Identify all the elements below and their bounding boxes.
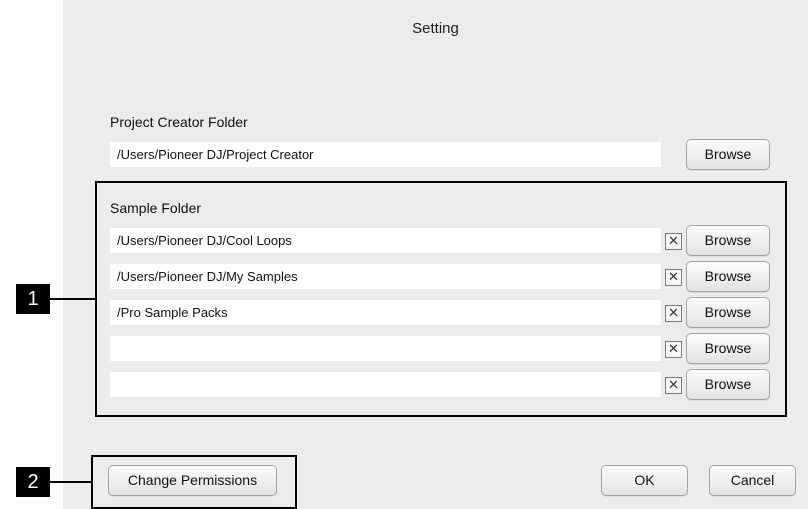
callout-badge-2: 2: [16, 467, 50, 497]
clear-x-icon[interactable]: ✕: [665, 269, 682, 286]
clear-x-icon[interactable]: ✕: [665, 377, 682, 394]
project-creator-browse-button[interactable]: Browse: [686, 139, 770, 170]
callout-leader-2: [50, 481, 91, 483]
sample-folder-field-3[interactable]: /Pro Sample Packs: [110, 300, 661, 325]
sample-browse-button-5[interactable]: Browse: [686, 369, 770, 400]
callout-leader-1: [50, 298, 95, 300]
project-creator-folder-label: Project Creator Folder: [110, 114, 248, 130]
sample-browse-button-3[interactable]: Browse: [686, 297, 770, 328]
sample-browse-button-2[interactable]: Browse: [686, 261, 770, 292]
callout-badge-1: 1: [16, 284, 50, 314]
ok-button[interactable]: OK: [601, 465, 688, 496]
sample-browse-button-1[interactable]: Browse: [686, 225, 770, 256]
sample-folder-field-1[interactable]: /Users/Pioneer DJ/Cool Loops: [110, 228, 661, 253]
sample-folder-field-4[interactable]: [110, 336, 661, 361]
sample-folder-label: Sample Folder: [110, 200, 202, 216]
project-creator-folder-field[interactable]: /Users/Pioneer DJ/Project Creator: [110, 142, 661, 167]
change-permissions-button[interactable]: Change Permissions: [108, 465, 277, 496]
clear-x-icon[interactable]: ✕: [665, 305, 682, 322]
sample-folder-field-2[interactable]: /Users/Pioneer DJ/My Samples: [110, 264, 661, 289]
sample-browse-button-4[interactable]: Browse: [686, 333, 770, 364]
clear-x-icon[interactable]: ✕: [665, 233, 682, 250]
dialog-title: Setting: [412, 20, 459, 37]
sample-folder-field-5[interactable]: [110, 372, 661, 397]
clear-x-icon[interactable]: ✕: [665, 341, 682, 358]
cancel-button[interactable]: Cancel: [709, 465, 796, 496]
